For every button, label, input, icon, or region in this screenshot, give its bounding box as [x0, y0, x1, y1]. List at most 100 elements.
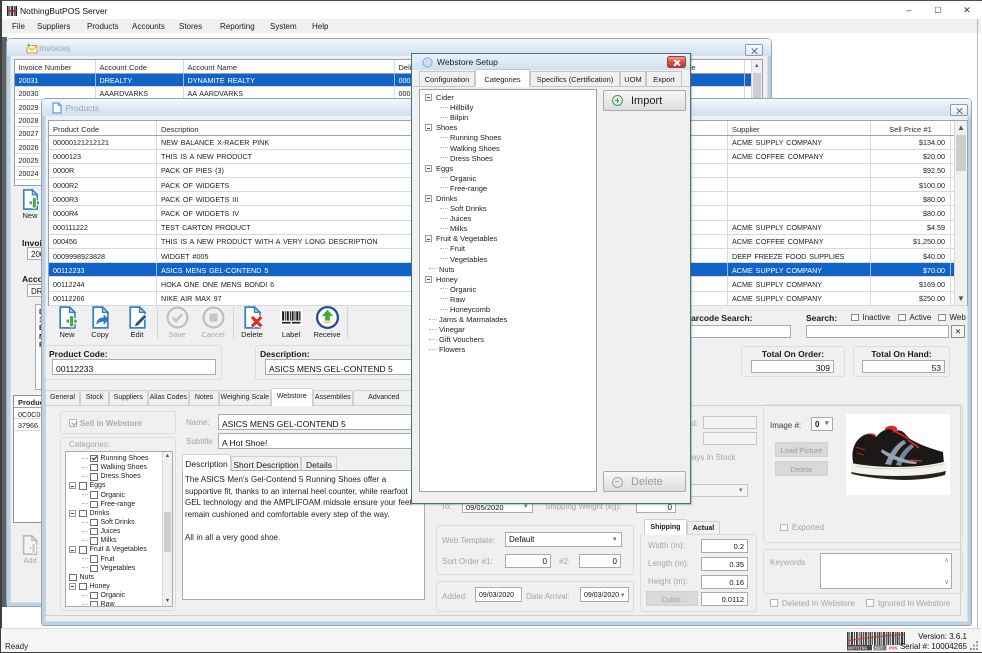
tab-weighing-scale[interactable]: Weighing Scale [219, 390, 271, 405]
category-checkbox[interactable] [90, 491, 98, 499]
dialog-tab-uom[interactable]: UOM [620, 71, 646, 87]
web-checkbox[interactable] [938, 314, 946, 322]
tab-short-description[interactable]: Short Description [231, 456, 301, 471]
description-textarea[interactable]: The ASICS Men's Gel-Contend 5 Running Sh… [182, 470, 425, 600]
dialog-tree-item[interactable]: Milks [425, 224, 507, 234]
exported-checkbox[interactable] [780, 524, 788, 532]
dialog-tree-item[interactable]: Walking Shoes [425, 143, 507, 153]
category-tree-item[interactable]: Free-range [69, 500, 148, 509]
delete-picture-button[interactable]: Delete [775, 461, 828, 476]
tab-webstore[interactable]: Webstore [271, 388, 314, 406]
category-tree-item[interactable]: Soft Drinks [69, 518, 148, 527]
category-checkbox[interactable] [90, 528, 98, 536]
menu-suppliers[interactable]: Suppliers [37, 22, 70, 31]
toolbar-save-button[interactable]: Save [160, 305, 194, 339]
sort-order-1-value[interactable]: 0 [505, 554, 551, 568]
category-tree-item[interactable]: Juices [69, 527, 148, 536]
category-checkbox[interactable] [90, 455, 98, 463]
tree-expander-icon[interactable] [425, 165, 432, 172]
keywords-textarea[interactable]: ∧ ∨ [820, 553, 952, 589]
dialog-tab-categories[interactable]: Categories [475, 69, 530, 87]
dialog-tree-item[interactable]: Juices [425, 214, 507, 224]
dialog-tree-item[interactable]: Jams & Marmalades [425, 315, 507, 325]
tab-assemblies[interactable]: Assemblies [313, 390, 353, 405]
products-scrollbar[interactable]: ▲ ▼ [954, 121, 967, 305]
category-tree-item[interactable]: Walking Shoes [69, 463, 148, 472]
tab-description[interactable]: Description [182, 454, 231, 471]
category-tree-item[interactable]: Fruit & Vegetables [69, 545, 148, 554]
category-checkbox[interactable] [79, 510, 87, 518]
menu-file[interactable]: File [12, 22, 25, 31]
menu-help[interactable]: Help [312, 22, 328, 31]
col-product-code[interactable]: Product Code [49, 121, 157, 135]
scrollbar-thumb[interactable] [956, 135, 966, 171]
dialog-tree-item[interactable]: Organic [425, 284, 507, 294]
clear-search-button[interactable]: ✕ [951, 325, 965, 339]
tab-notes[interactable]: Notes [189, 390, 219, 405]
category-checkbox[interactable] [90, 565, 98, 573]
scroll-up-icon[interactable]: ▲ [752, 60, 762, 73]
category-checkbox[interactable] [79, 583, 87, 591]
category-checkbox[interactable] [69, 574, 77, 582]
dim-value[interactable]: 0.0112 [701, 592, 748, 606]
dialog-tree-item[interactable]: Eggs [425, 163, 507, 173]
inactive-checkbox[interactable] [851, 314, 859, 322]
tab-advanced[interactable]: Advanced [353, 390, 416, 405]
dialog-titlebar[interactable]: Webstore Setup [412, 54, 690, 70]
tab-stock[interactable]: Stock [80, 390, 109, 405]
menu-products[interactable]: Products [87, 22, 119, 31]
dialog-tree-item[interactable]: Running Shoes [425, 133, 507, 143]
toolbar-delete-button[interactable]: Delete [235, 305, 269, 339]
dialog-tree-item[interactable]: Free-range [425, 183, 507, 193]
dialog-tree-item[interactable]: Honeycomb [425, 304, 507, 314]
category-tree-item[interactable]: Milks [69, 536, 148, 545]
added-value[interactable]: 09/03/2020 [475, 587, 522, 602]
menu-stores[interactable]: Stores [179, 22, 202, 31]
category-checkbox[interactable] [90, 592, 98, 600]
category-checkbox[interactable] [90, 519, 98, 527]
search-input[interactable] [806, 325, 949, 339]
dialog-tree-item[interactable]: Fruit & Vegetables [425, 234, 507, 244]
dim-value[interactable]: 0.35 [701, 557, 748, 571]
tree-expander-icon[interactable] [425, 195, 432, 202]
toolbar-copy-button[interactable]: Copy [83, 305, 117, 339]
categories-scrollbar[interactable]: ▲ ▼ [162, 452, 172, 606]
category-checkbox[interactable] [90, 473, 98, 481]
toolbar-cancel-button[interactable]: Cancel [196, 305, 230, 339]
scroll-up-icon[interactable]: ▲ [955, 121, 967, 134]
dim-value[interactable]: 0.16 [701, 575, 748, 589]
maximize-button[interactable]: ▢ [926, 1, 950, 19]
dialog-delete-button[interactable]: Delete [603, 471, 686, 492]
close-button[interactable]: ✕ [955, 1, 979, 19]
resize-grip[interactable] [970, 641, 979, 650]
tab-suppliers[interactable]: Suppliers [109, 390, 148, 405]
invoice-add-button[interactable]: Add [15, 534, 45, 565]
category-tree-item[interactable]: Nuts [69, 573, 148, 582]
col-sell-price[interactable]: Sell Price #1 [871, 121, 951, 135]
category-checkbox[interactable] [90, 601, 98, 607]
dialog-tab-export[interactable]: Export [646, 71, 682, 87]
toolbar-label-button[interactable]: Label [274, 305, 308, 339]
image-number-combo[interactable]: 0▾ [811, 417, 833, 431]
dialog-tab-specifics[interactable]: Specifics (Certification) [530, 71, 620, 87]
import-button[interactable]: Import [603, 90, 686, 111]
col-account-name[interactable]: Account Name [184, 60, 395, 73]
dialog-tree-item[interactable]: Vegetables [425, 254, 507, 264]
tab-actual[interactable]: Actual [687, 521, 720, 534]
dialog-tree-item[interactable]: Soft Drinks [425, 204, 507, 214]
sort-order-2-value[interactable]: 0 [579, 554, 621, 568]
category-tree-item[interactable]: Organic [69, 491, 148, 500]
col-invoice-number[interactable]: Invoice Number [15, 60, 96, 73]
tab-general[interactable]: General [45, 390, 80, 405]
dialog-tree-item[interactable]: Drinks [425, 193, 507, 203]
load-picture-button[interactable]: Load Picture [775, 442, 828, 457]
category-tree-item[interactable]: Drinks [69, 509, 148, 518]
dialog-tree-item[interactable]: Nuts [425, 264, 507, 274]
scroll-down-icon[interactable]: ▼ [955, 292, 967, 305]
dialog-tree-item[interactable]: Bilpin [425, 113, 507, 123]
toolbar-new-button[interactable]: New [50, 305, 84, 339]
scrollbar-thumb[interactable] [164, 512, 171, 552]
tree-expander-icon[interactable] [69, 546, 76, 553]
invoice-new-button[interactable]: New [15, 188, 45, 220]
tree-expander-icon[interactable] [69, 482, 76, 489]
